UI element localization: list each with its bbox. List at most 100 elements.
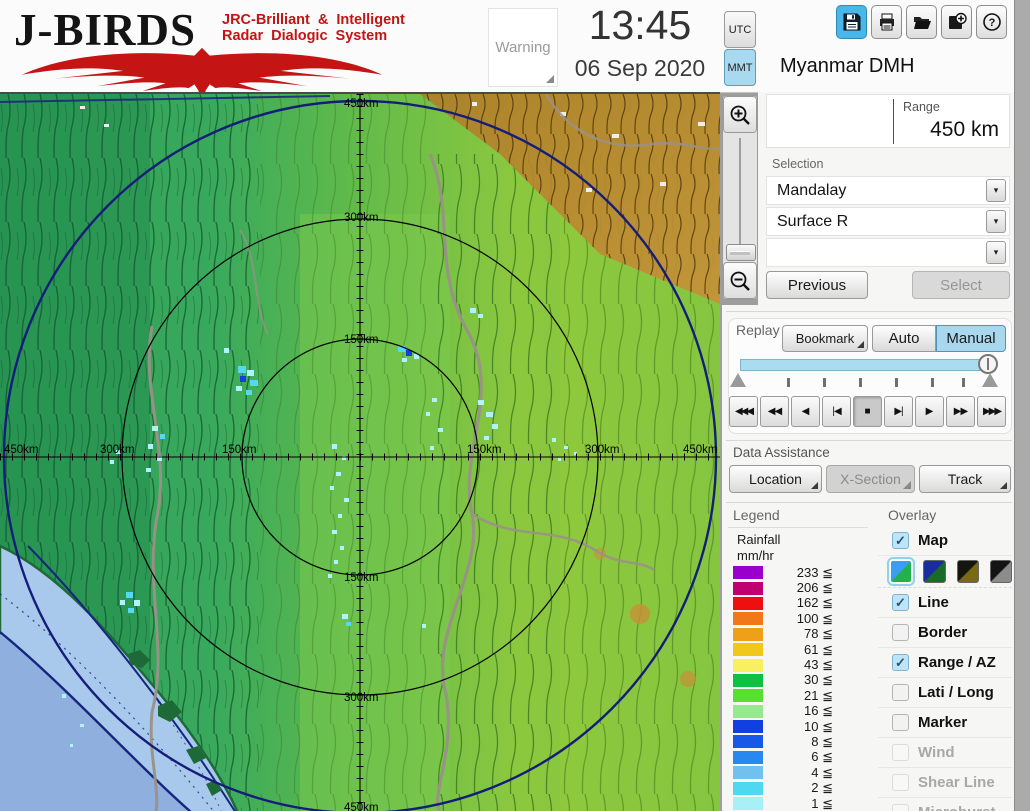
zoom-slider-thumb[interactable] — [726, 244, 756, 261]
overlay-checkbox-line[interactable]: ✓ — [892, 594, 909, 611]
option-dropdown[interactable]: ▾ — [766, 238, 1010, 267]
manual-button[interactable]: Manual — [936, 325, 1006, 352]
overlay-label-border: Border — [918, 624, 968, 641]
legend-value: 1 ≦ — [811, 795, 833, 811]
legend-swatch — [733, 596, 763, 610]
legend-title: Legend — [733, 507, 780, 523]
save-button[interactable] — [836, 5, 867, 39]
overlay-checkbox-marker[interactable] — [892, 714, 909, 731]
legend-entry: 206 ≦ — [733, 580, 845, 595]
overlay-checkbox-lati-long[interactable] — [892, 684, 909, 701]
auto-button[interactable]: Auto — [872, 325, 936, 352]
map-style-gray-button[interactable] — [989, 560, 1012, 583]
overlay-checkbox-range-az[interactable]: ✓ — [892, 654, 909, 671]
site-dropdown-arrow-icon[interactable]: ▾ — [986, 179, 1006, 202]
clock-date: 06 Sep 2020 — [574, 55, 706, 81]
slider-end-marker[interactable] — [982, 373, 998, 387]
map-style-color-button[interactable] — [886, 557, 916, 586]
replay-slider-track[interactable] — [740, 359, 996, 371]
rewind-button[interactable]: ◀◀ — [760, 396, 789, 427]
legend-swatch — [733, 643, 763, 657]
open-folder-button[interactable] — [906, 5, 937, 39]
mmt-button[interactable]: MMT — [724, 49, 756, 86]
replay-label: Replay — [736, 322, 780, 338]
overlay-item-line: ✓ Line — [878, 588, 1012, 618]
zoom-slider-track[interactable] — [739, 138, 741, 256]
forward-fast-button[interactable]: ▶▶▶ — [977, 396, 1006, 427]
overlay-item-wind: Wind — [878, 738, 1012, 768]
add-image-button[interactable] — [941, 5, 972, 39]
option-dropdown-arrow-icon[interactable]: ▾ — [986, 241, 1006, 264]
bookmark-label: Bookmark — [795, 331, 855, 346]
slider-tick — [962, 378, 965, 387]
legend-value: 2 ≦ — [811, 780, 833, 796]
window-edge — [1014, 0, 1030, 811]
app-logo: J-BIRDS JRC-Brilliant & Intelligent Rada… — [10, 2, 420, 92]
legend-entry: 162 ≦ — [733, 595, 845, 611]
play-button[interactable]: ▶ — [915, 396, 944, 427]
toolbar: ? — [836, 5, 1007, 39]
floppy-icon — [843, 13, 860, 31]
legend-entry: 10 ≦ — [733, 719, 845, 734]
legend-entry: 78 ≦ — [733, 626, 845, 642]
legend-value: 206 ≦ — [796, 580, 833, 596]
print-button[interactable] — [871, 5, 902, 39]
warning-label: Warning — [495, 39, 551, 56]
legend-value: 43 ≦ — [804, 657, 833, 673]
play-reverse-icon: ◀ — [801, 406, 810, 417]
zoom-in-button[interactable] — [723, 96, 757, 133]
overlay-checkbox-wind — [892, 744, 909, 761]
help-button[interactable]: ? — [976, 5, 1007, 39]
x-section-corner-icon — [903, 481, 911, 489]
location-button[interactable]: Location — [729, 465, 822, 493]
ring-label: 150km — [467, 444, 502, 456]
site-dropdown-value: Mandalay — [777, 182, 847, 199]
step-forward-button[interactable]: ▶| — [884, 396, 913, 427]
overlay-label-wind: Wind — [918, 744, 955, 761]
location-corner-icon — [811, 482, 818, 489]
product-dropdown-arrow-icon[interactable]: ▾ — [986, 210, 1006, 233]
legend-entry: 8 ≦ — [733, 734, 845, 749]
legend-swatch — [733, 781, 763, 795]
site-dropdown[interactable]: Mandalay ▾ — [766, 176, 1010, 205]
replay-slider-thumb[interactable] — [978, 354, 998, 374]
station-title: Myanmar DMH — [780, 55, 915, 77]
bookmark-button[interactable]: Bookmark — [782, 325, 868, 352]
map-style-dark-button[interactable] — [923, 560, 946, 583]
stop-button[interactable]: ■ — [853, 396, 882, 427]
track-button[interactable]: Track — [919, 465, 1011, 493]
legend-value: 30 ≦ — [804, 672, 833, 688]
overlay-checkbox-shear-line — [892, 774, 909, 791]
radar-map[interactable]: 450km 300km 150km 150km 300km 450km 450k… — [0, 92, 720, 811]
zoom-out-button[interactable] — [723, 262, 757, 299]
slider-start-marker[interactable] — [730, 373, 746, 387]
product-dropdown-value: Surface R — [777, 213, 849, 230]
play-reverse-button[interactable]: ◀ — [791, 396, 820, 427]
x-section-button[interactable]: X-Section — [826, 465, 915, 493]
slider-tick — [931, 378, 934, 387]
overlay-label-marker: Marker — [918, 714, 968, 731]
overlay-item-range-az: ✓ Range / AZ — [878, 648, 1012, 678]
legend-entry: 43 ≦ — [733, 657, 845, 672]
select-button[interactable]: Select — [912, 271, 1010, 299]
ring-label: 450km — [4, 444, 39, 456]
previous-button[interactable]: Previous — [766, 271, 868, 299]
step-back-button[interactable]: |◀ — [822, 396, 851, 427]
overlay-checkbox-border[interactable] — [892, 624, 909, 641]
product-dropdown[interactable]: Surface R ▾ — [766, 207, 1010, 236]
image-plus-icon — [948, 12, 967, 29]
legend-divider — [728, 527, 868, 528]
legend-entry: 4 ≦ — [733, 765, 845, 780]
legend-value: 61 ≦ — [804, 641, 833, 657]
overlay-checkbox-map[interactable]: ✓ — [892, 532, 909, 549]
overlay-item-microburst: Microburst — [878, 798, 1012, 811]
rewind-fast-button[interactable]: ◀◀◀ — [729, 396, 758, 427]
overlay-label-lati-long: Lati / Long — [918, 684, 994, 701]
ring-label: 450km — [344, 802, 379, 811]
legend-swatch — [733, 689, 763, 703]
forward-button[interactable]: ▶▶ — [946, 396, 975, 427]
utc-button[interactable]: UTC — [724, 11, 756, 48]
location-label: Location — [749, 471, 802, 487]
overlay-item-border: Border — [878, 618, 1012, 648]
map-style-olive-button[interactable] — [956, 560, 979, 583]
